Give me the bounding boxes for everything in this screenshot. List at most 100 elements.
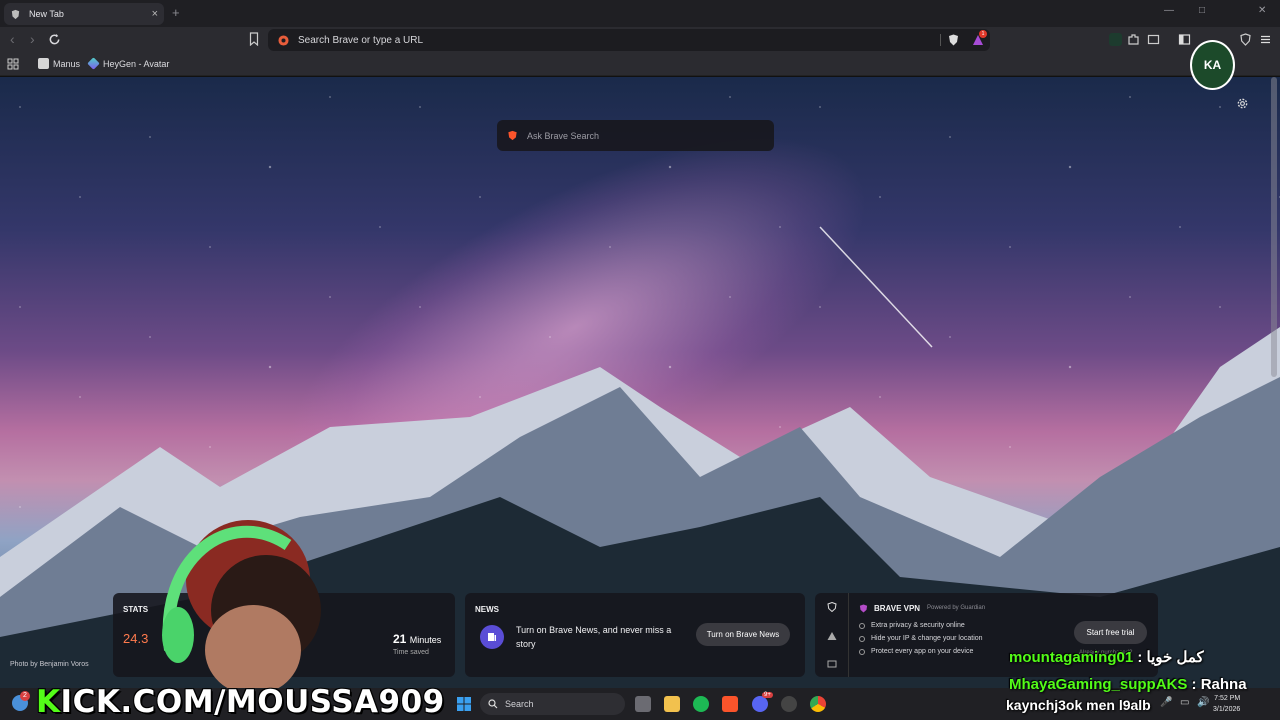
talk-tab-icon[interactable] xyxy=(827,659,837,669)
brave-shield-icon xyxy=(10,9,21,20)
trackers-blocked-value: 24.3 xyxy=(123,631,149,646)
chat-message: mountagaming01 : كمل خويا xyxy=(1009,648,1204,666)
toolbar: ‹ › Search Brave or type a URL 1 xyxy=(0,27,1280,53)
news-card: NEWS Turn on Brave News, and never miss … xyxy=(465,593,805,677)
back-button[interactable]: ‹ xyxy=(10,31,15,47)
url-divider xyxy=(940,34,941,46)
vpn-title: BRAVE VPN xyxy=(859,604,920,613)
chat-separator: : xyxy=(1187,676,1201,693)
bookmark-label: Manus xyxy=(53,58,81,69)
stats-title: STATS xyxy=(123,605,149,614)
turn-on-news-button[interactable]: Turn on Brave News xyxy=(696,623,790,646)
url-placeholder: Search Brave or type a URL xyxy=(298,34,424,46)
news-icon xyxy=(480,625,504,649)
news-title: NEWS xyxy=(475,605,499,614)
check-icon xyxy=(859,622,865,629)
spotify-icon[interactable] xyxy=(693,696,709,712)
brave-shields-icon[interactable] xyxy=(948,34,959,46)
windows-start-icon[interactable] xyxy=(456,696,472,712)
channel-logo: KA xyxy=(1190,40,1235,90)
check-icon xyxy=(859,635,865,642)
kick-channel-overlay: KICK.COM/MOUSSA909 xyxy=(36,684,445,720)
brave-search-box[interactable]: Ask Brave Search xyxy=(497,120,774,151)
file-explorer-icon[interactable] xyxy=(664,696,680,712)
vpn-logo-icon xyxy=(859,604,868,613)
card-switcher xyxy=(815,593,849,677)
news-promo-text: Turn on Brave News, and never miss a sto… xyxy=(516,625,672,649)
vpn-title-text: BRAVE VPN xyxy=(874,604,921,613)
start-free-trial-button[interactable]: Start free trial xyxy=(1074,621,1147,644)
brave-taskbar-icon[interactable] xyxy=(722,696,738,712)
photo-credit[interactable]: Photo by Benjamin Voros xyxy=(10,661,89,668)
search-icon xyxy=(488,699,498,709)
extension-icon[interactable] xyxy=(1109,33,1122,46)
chat-message: kaynchj3ok men l9alb xyxy=(1006,697,1151,713)
vpn-powered-by: Powered by Guardian xyxy=(927,605,986,611)
bookmarks-bar: Manus HeyGen - Avatar xyxy=(0,53,1280,76)
feature-text: Protect every app on your device xyxy=(871,648,974,655)
volume-icon[interactable]: 🔊 xyxy=(1197,697,1209,708)
extensions-puzzle-icon[interactable] xyxy=(1127,33,1140,46)
feature-text: Extra privacy & security online xyxy=(871,622,965,629)
bookmark-heygen[interactable]: HeyGen - Avatar xyxy=(87,57,170,70)
vpn-feature: Extra privacy & security online xyxy=(859,622,965,629)
heygen-icon xyxy=(87,57,100,70)
chrome-icon[interactable] xyxy=(810,696,826,712)
apps-grid-icon[interactable] xyxy=(7,58,19,70)
chat-username: MhayaGaming_suppAKS xyxy=(1009,676,1188,693)
streamer-webcam xyxy=(162,520,321,695)
new-tab-button[interactable]: + xyxy=(172,5,180,20)
bookmark-manus[interactable]: Manus xyxy=(38,58,80,69)
tab-strip: New Tab × + — □ ✕ xyxy=(0,0,1280,27)
discord-icon[interactable] xyxy=(752,696,768,712)
clock-time: 7:52 PM xyxy=(1214,695,1241,702)
bookmark-page-icon[interactable] xyxy=(249,32,259,46)
maximize-button[interactable]: □ xyxy=(1199,5,1205,16)
minimize-button[interactable]: — xyxy=(1164,5,1174,16)
media-icon[interactable] xyxy=(1147,33,1160,46)
chat-message: MhayaGaming_suppAKS : Rahna xyxy=(1009,676,1247,693)
microphone-icon[interactable]: 🎤 xyxy=(1160,697,1172,708)
close-window-button[interactable]: ✕ xyxy=(1258,5,1266,16)
discord-badge: 9+ xyxy=(762,692,773,698)
feature-text: Hide your IP & change your location xyxy=(871,635,983,642)
manus-icon xyxy=(38,58,49,69)
check-icon xyxy=(859,648,865,655)
time-saved-value: 21 Minutes xyxy=(393,632,441,646)
chat-text: Rahna xyxy=(1200,676,1247,693)
forward-button[interactable]: › xyxy=(30,31,35,47)
tab-new-tab[interactable]: New Tab × xyxy=(4,3,164,25)
taskbar-clock[interactable]: 7:52 PM 3/1/2026 xyxy=(1213,693,1240,715)
tab-close-icon[interactable]: × xyxy=(152,8,158,20)
brave-logo-icon xyxy=(508,130,517,141)
bookmark-label: HeyGen - Avatar xyxy=(103,58,170,69)
minutes-number: 21 xyxy=(393,632,407,646)
weather-badge: 2 xyxy=(20,691,30,701)
obs-icon[interactable] xyxy=(781,696,797,712)
chat-separator: : xyxy=(1133,649,1147,666)
page-scrollbar[interactable] xyxy=(1271,77,1277,377)
minutes-unit: Minutes xyxy=(409,635,442,645)
settings-gear-icon[interactable] xyxy=(1236,97,1249,110)
rewards-tab-icon[interactable] xyxy=(827,631,837,641)
reload-icon[interactable] xyxy=(48,33,61,46)
vpn-shield-icon[interactable] xyxy=(1239,33,1252,46)
vpn-feature: Protect every app on your device xyxy=(859,648,973,655)
address-bar[interactable]: Search Brave or type a URL 1 xyxy=(268,29,990,51)
chat-text: kaynchj3ok men l9alb xyxy=(1006,697,1151,713)
taskbar-search[interactable]: Search xyxy=(480,693,625,715)
task-view-icon[interactable] xyxy=(635,696,651,712)
vpn-tab-icon[interactable] xyxy=(827,602,837,612)
time-saved-label: Time saved xyxy=(393,649,429,656)
chat-text: كمل خويا xyxy=(1146,649,1204,666)
search-placeholder: Ask Brave Search xyxy=(527,130,600,141)
clock-date: 3/1/2026 xyxy=(1213,706,1241,713)
network-icon[interactable]: ▭ xyxy=(1180,697,1189,708)
rewards-badge: 1 xyxy=(979,30,987,38)
vpn-feature: Hide your IP & change your location xyxy=(859,635,983,642)
brave-search-icon xyxy=(278,34,289,46)
sidebar-toggle-icon[interactable] xyxy=(1178,33,1191,46)
chat-username: mountagaming01 xyxy=(1009,649,1134,666)
taskbar-search-label: Search xyxy=(505,699,534,709)
menu-icon[interactable] xyxy=(1259,33,1272,46)
